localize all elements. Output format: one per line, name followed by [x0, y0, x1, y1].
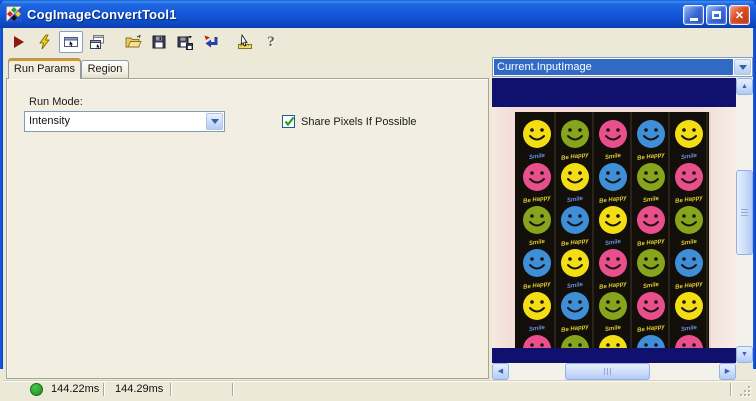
- electric-run-icon: [39, 34, 50, 50]
- horizontal-scroll-thumb[interactable]: [565, 363, 650, 380]
- scroll-left-button[interactable]: ◀: [492, 363, 509, 380]
- share-pixels-checkbox[interactable]: [282, 115, 295, 128]
- window-border: [0, 0, 3, 369]
- smiley-yellow: Smile: [556, 248, 594, 290]
- run-params-page: Run Mode: Intensity Share Pixels If Poss…: [6, 78, 489, 379]
- float-result-window-icon: [64, 37, 78, 47]
- checkmark-icon: [284, 116, 295, 127]
- record-selector-combobox[interactable]: Current.InputImage: [492, 57, 753, 77]
- vertical-scrollbar[interactable]: ▲ ▼: [736, 78, 753, 363]
- smiley-green: Smile: [670, 205, 708, 247]
- image-display-area: Smile Be Happy Smile Be Happy Smile Be Happy S…: [492, 78, 753, 380]
- toolbar: ?: [3, 28, 753, 56]
- status-separator: [103, 383, 105, 396]
- scroll-right-button[interactable]: ▶: [719, 363, 736, 380]
- save-as-button[interactable]: [173, 31, 197, 53]
- scrollbar-corner: [736, 363, 753, 380]
- electric-run-button[interactable]: [33, 31, 57, 53]
- image-viewport: Smile Be Happy Smile Be Happy Smile Be Happy S…: [492, 78, 736, 363]
- run-icon: [14, 36, 24, 48]
- save-button[interactable]: [147, 31, 171, 53]
- status-separator: [730, 383, 732, 396]
- revert-button[interactable]: [199, 31, 223, 53]
- statusbar: 144.22ms 144.29ms: [3, 380, 753, 397]
- smiley-pink: Be Happy: [632, 291, 670, 334]
- horizontal-scrollbar[interactable]: ◀ ▶: [492, 363, 736, 380]
- smiley-grid: Smile Be Happy Smile Be Happy Smile Be Happy S…: [492, 78, 736, 363]
- revert-icon: [204, 35, 218, 48]
- run-mode-combobox[interactable]: Intensity: [24, 111, 225, 132]
- run-mode-label: Run Mode:: [29, 96, 83, 108]
- smiley-blue: Be Happy: [556, 291, 594, 334]
- run-time-value: 144.22ms: [51, 383, 100, 395]
- minimize-button[interactable]: [683, 5, 704, 25]
- record-selector-value: Current.InputImage: [494, 59, 733, 75]
- minimize-icon: [689, 18, 698, 21]
- smiley-yellow: Smile: [556, 162, 594, 204]
- smiley-green: Smile: [632, 248, 670, 290]
- tab-region[interactable]: Region: [81, 60, 129, 79]
- smiley-blue: Be Happy: [518, 248, 556, 291]
- window-content: ? Run Params Region Run Mode: Intensity …: [3, 28, 753, 397]
- close-button[interactable]: ✕: [729, 5, 750, 25]
- run-button[interactable]: [7, 31, 31, 53]
- save-as-icon: [177, 36, 193, 50]
- smiley-yellow: Smile: [670, 291, 708, 333]
- titlebar[interactable]: CogImageConvertTool1 ✕: [0, 0, 756, 28]
- maximize-button[interactable]: [706, 5, 727, 25]
- smiley-yellow: Smile: [670, 119, 708, 161]
- window-title: CogImageConvertTool1: [27, 6, 177, 22]
- open-button[interactable]: [121, 31, 145, 53]
- help-button[interactable]: ?: [259, 31, 283, 53]
- total-time-value: 144.29ms: [115, 383, 164, 395]
- smiley-pink: Be Happy: [632, 205, 670, 248]
- smiley-blue: Be Happy: [556, 205, 594, 248]
- smiley-green: Smile: [632, 162, 670, 204]
- tab-run-params[interactable]: Run Params: [8, 58, 81, 79]
- resize-grip[interactable]: [738, 384, 751, 397]
- copy-window-button[interactable]: [85, 31, 109, 53]
- status-separator: [232, 383, 234, 396]
- smiley-pink: Smile: [594, 119, 632, 161]
- smiley-pink: Be Happy: [670, 162, 708, 205]
- vertical-scroll-thumb[interactable]: [736, 170, 753, 255]
- smiley-pink: Be Happy: [518, 162, 556, 205]
- share-pixels-label: Share Pixels If Possible: [301, 116, 417, 128]
- close-icon: ✕: [734, 9, 745, 22]
- scroll-down-button[interactable]: ▼: [736, 346, 753, 363]
- save-icon: [152, 35, 166, 49]
- smiley-pink: Be Happy: [594, 248, 632, 291]
- help-icon: ?: [267, 33, 275, 50]
- pointer-ruler-icon: [237, 34, 252, 49]
- smiley-green: Smile: [518, 205, 556, 247]
- image-top-band: [492, 78, 736, 107]
- float-result-window-button[interactable]: [59, 31, 83, 53]
- smiley-blue: Be Happy: [670, 248, 708, 291]
- chevron-down-icon[interactable]: [734, 59, 751, 75]
- image-bottom-band: [492, 348, 736, 363]
- smiley-yellow: Smile: [518, 291, 556, 333]
- status-separator: [170, 383, 172, 396]
- smiley-yellow: Smile: [594, 205, 632, 247]
- app-icon: [5, 5, 23, 23]
- smiley-blue: Be Happy: [632, 119, 670, 162]
- smiley-yellow: Smile: [518, 119, 556, 161]
- smiley-green: Smile: [594, 291, 632, 333]
- copy-window-icon: [90, 35, 104, 49]
- open-folder-icon: [125, 34, 142, 48]
- smiley-green: Be Happy: [556, 119, 594, 162]
- chevron-down-icon[interactable]: [206, 113, 223, 130]
- smiley-blue: Be Happy: [594, 162, 632, 205]
- scroll-up-button[interactable]: ▲: [736, 78, 753, 95]
- maximize-icon: [712, 11, 721, 19]
- pointer-ruler-button[interactable]: [233, 31, 257, 53]
- status-indicator: [30, 383, 43, 396]
- run-mode-value: Intensity: [29, 115, 70, 127]
- tool-window: CogImageConvertTool1 ✕ ? Run Params Regi…: [0, 0, 756, 401]
